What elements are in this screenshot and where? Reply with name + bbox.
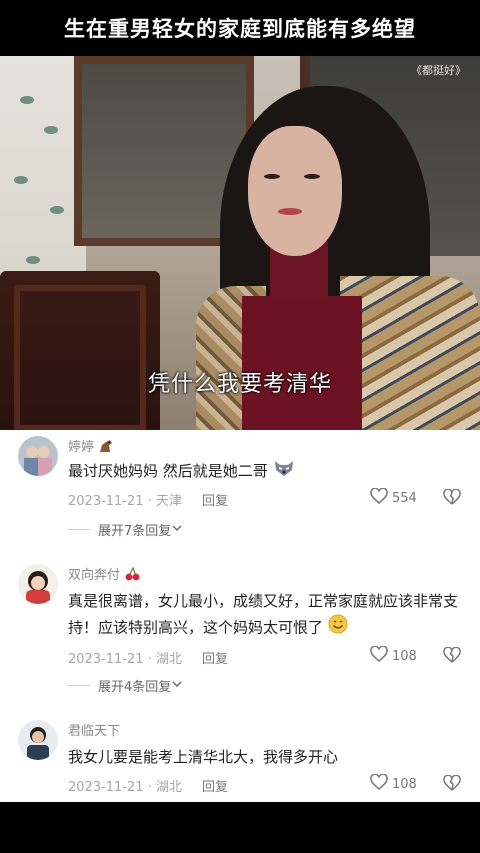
comment-username[interactable]: 双向奔付 (68, 564, 140, 585)
comment-list: 婷婷 最讨厌她妈妈 然后就是她二哥 2023-11-21 · 天津 回复 554 (0, 430, 480, 802)
actress-face (248, 126, 342, 256)
wolf-emoji-icon (273, 459, 295, 485)
smile-emoji-icon (328, 614, 348, 642)
chevron-down-icon (171, 522, 183, 537)
broken-heart-icon (443, 488, 461, 509)
reply-button[interactable]: 回复 (202, 776, 228, 795)
dislike-button[interactable] (443, 646, 461, 667)
video-subtitle: 凭什么我要考清华 (147, 372, 332, 397)
avatar[interactable] (18, 564, 58, 604)
expand-replies[interactable]: 展开7条回复 (68, 520, 183, 539)
reply-button[interactable]: 回复 (202, 490, 228, 509)
like-button[interactable]: 108 (370, 645, 417, 666)
comment-meta: 2023-11-21 · 湖北 (68, 780, 182, 795)
video-title: 生在重男轻女的家庭到底能有多绝望 (64, 17, 416, 41)
avatar[interactable] (18, 720, 58, 760)
like-count: 554 (392, 490, 417, 506)
video-player[interactable]: 《都挺好》 凭什么我要考清华 (0, 56, 480, 430)
like-button[interactable]: 108 (370, 773, 417, 794)
horse-emoji-icon (98, 439, 114, 457)
heart-icon (370, 487, 388, 508)
reply-button[interactable]: 回复 (202, 648, 228, 667)
heart-icon (370, 645, 388, 666)
cherry-emoji-icon (124, 566, 140, 585)
comment-text: 我女儿要是能考上清华北大，我得多开心 (68, 748, 339, 766)
like-count: 108 (392, 648, 417, 664)
red-sweater (242, 296, 362, 430)
show-watermark: 《都挺好》 (411, 64, 466, 77)
like-count: 108 (392, 776, 417, 792)
username-text[interactable]: 婷婷 (68, 440, 94, 455)
expand-replies[interactable]: 展开4条回复 (68, 676, 183, 695)
broken-heart-icon (443, 774, 461, 795)
wooden-chair (0, 271, 160, 430)
like-button[interactable]: 554 (370, 487, 417, 508)
comment-text: 真是很离谱，女儿最小，成绩又好，正常家庭就应该非常支持！应该特别高兴，这个妈妈太… (68, 588, 468, 642)
comment-meta: 2023-11-21 · 湖北 (68, 652, 182, 667)
comment-meta: 2023-11-21 · 天津 (68, 494, 182, 509)
chevron-down-icon (171, 678, 183, 693)
avatar[interactable] (18, 436, 58, 476)
bottom-letterbox (0, 802, 480, 853)
broken-heart-icon (443, 646, 461, 667)
comment-username[interactable]: 君临天下 (68, 720, 120, 739)
video-title-bar: 生在重男轻女的家庭到底能有多绝望 (0, 0, 480, 56)
right-eye (304, 174, 320, 179)
username-text[interactable]: 双向奔付 (68, 568, 120, 583)
heart-icon (370, 773, 388, 794)
dislike-button[interactable] (443, 774, 461, 795)
divider (68, 529, 90, 530)
comment-username[interactable]: 婷婷 (68, 436, 114, 457)
comment-text: 最讨厌她妈妈 然后就是她二哥 (68, 458, 468, 485)
lips (278, 208, 302, 215)
divider (68, 685, 90, 686)
left-eye (264, 174, 280, 179)
dislike-button[interactable] (443, 488, 461, 509)
